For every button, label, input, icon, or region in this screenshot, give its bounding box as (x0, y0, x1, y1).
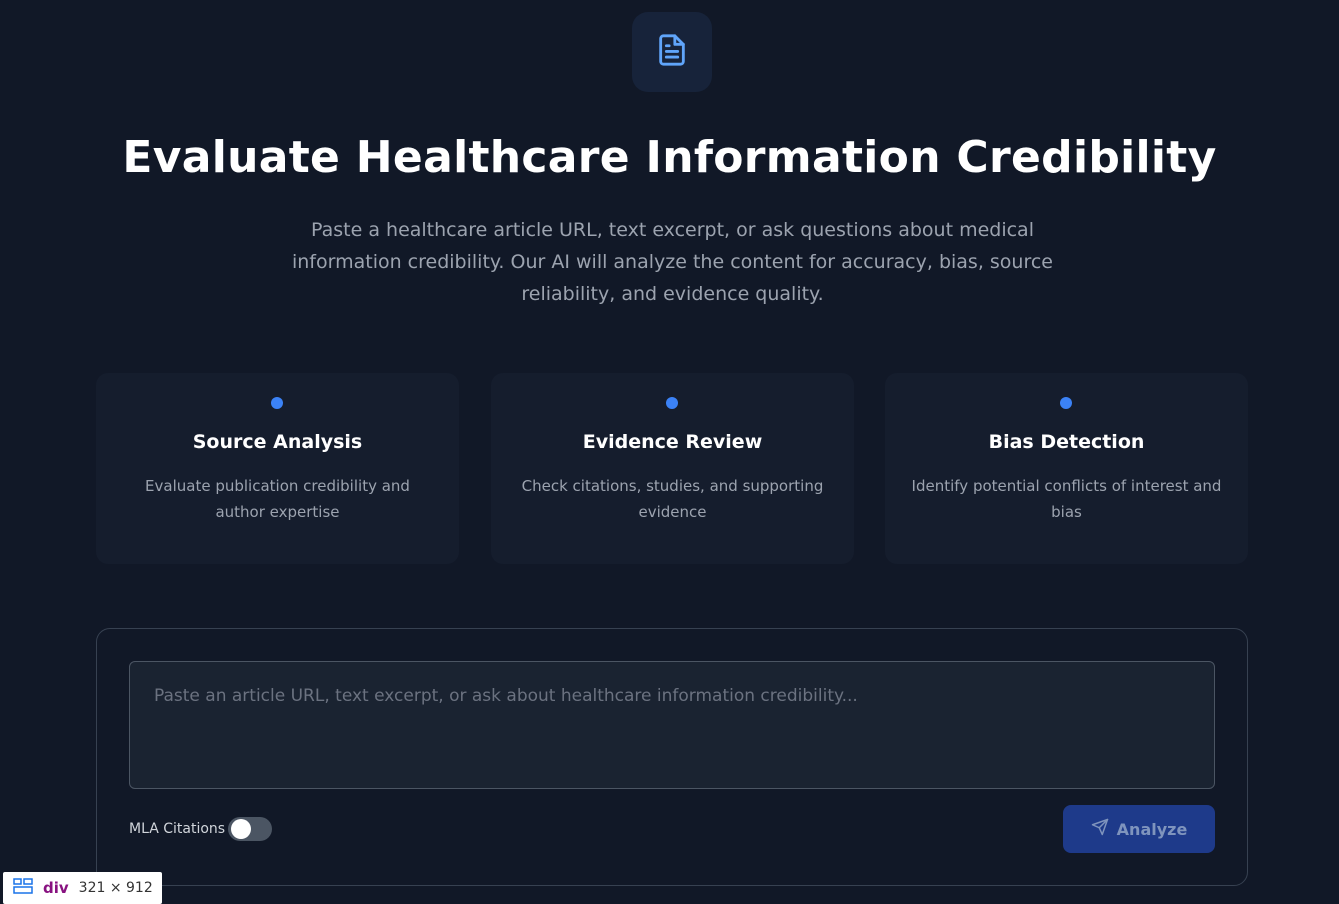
devtools-element-badge: div 321 × 912 (3, 872, 162, 904)
devtools-element-size: 321 × 912 (78, 880, 153, 896)
analysis-form: MLA Citations Analyze (96, 628, 1248, 886)
mla-citations-label: MLA Citations (129, 821, 226, 837)
page-title: Evaluate Healthcare Information Credibil… (122, 132, 1217, 183)
feature-card-source-analysis: Source Analysis Evaluate publication cre… (96, 373, 459, 564)
page: Evaluate Healthcare Information Credibil… (0, 0, 1339, 904)
logo-badge (632, 12, 712, 92)
send-icon (1091, 818, 1109, 840)
feature-dot-icon (271, 397, 283, 409)
document-icon (655, 33, 689, 71)
analyze-button-label: Analyze (1116, 819, 1188, 839)
mla-citations-toggle[interactable] (228, 817, 272, 841)
feature-card-bias-detection: Bias Detection Identify potential confli… (885, 373, 1248, 564)
page-subtitle: Paste a healthcare article URL, text exc… (291, 219, 1053, 305)
feature-description: Evaluate publication credibility and aut… (145, 477, 410, 521)
query-input[interactable] (129, 661, 1215, 789)
analyze-button[interactable]: Analyze (1063, 805, 1215, 853)
feature-description: Check citations, studies, and supporting… (521, 477, 824, 521)
feature-dot-icon (666, 397, 678, 409)
feature-card-evidence-review: Evidence Review Check citations, studies… (491, 373, 854, 564)
element-grid-icon (13, 878, 33, 898)
toggle-knob (231, 819, 251, 839)
feature-dot-icon (1060, 397, 1072, 409)
feature-title: Source Analysis (192, 431, 363, 453)
feature-title: Evidence Review (582, 431, 763, 453)
devtools-tag-name: div (43, 879, 69, 897)
feature-title: Bias Detection (988, 431, 1145, 453)
feature-description: Identify potential conflicts of interest… (911, 477, 1222, 521)
